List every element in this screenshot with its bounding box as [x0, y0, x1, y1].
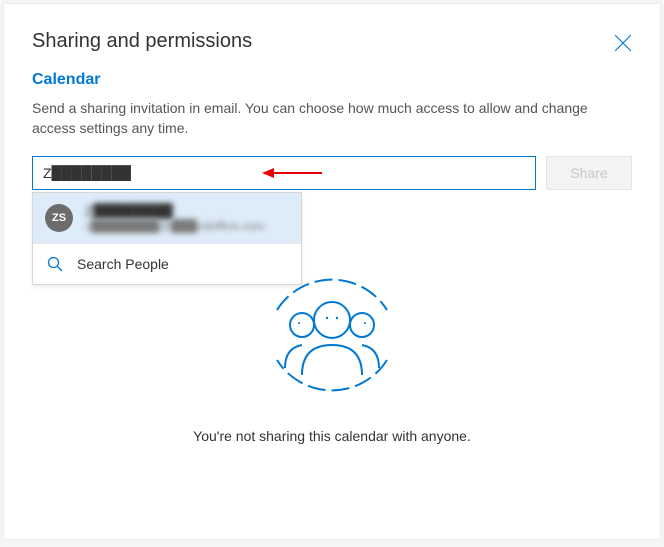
section-subtitle: Calendar [32, 71, 632, 89]
suggestion-item[interactable]: ZS Z████████ z████████@███ndoffice.com [33, 193, 301, 244]
sharing-permissions-dialog: Sharing and permissions Calendar Send a … [4, 4, 660, 539]
search-icon [47, 256, 63, 272]
input-row: Share [32, 156, 632, 190]
annotation-arrow-icon [262, 167, 322, 179]
suggestion-email: z████████@███ndoffice.com [85, 219, 265, 233]
share-button[interactable]: Share [546, 156, 632, 190]
dialog-header: Sharing and permissions [32, 30, 632, 53]
people-suggestions-dropdown: ZS Z████████ z████████@███ndoffice.com S… [32, 192, 302, 285]
section-description: Send a sharing invitation in email. You … [32, 99, 632, 138]
empty-state-message: You're not sharing this calendar with an… [32, 428, 632, 444]
suggestion-text: Z████████ z████████@███ndoffice.com [85, 203, 265, 233]
suggestion-name: Z████████ [85, 203, 265, 219]
search-people-item[interactable]: Search People [33, 244, 301, 284]
avatar: ZS [45, 204, 73, 232]
search-people-label: Search People [77, 256, 169, 272]
dialog-title: Sharing and permissions [32, 30, 252, 53]
close-icon[interactable] [614, 34, 632, 52]
